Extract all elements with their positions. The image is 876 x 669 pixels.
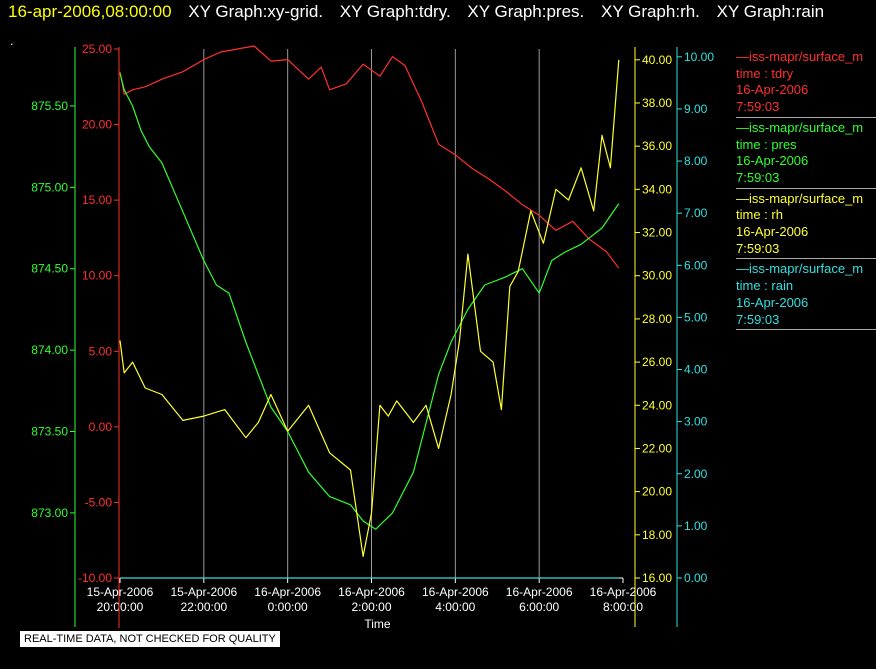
legend-date: 16-Apr-2006 — [736, 224, 809, 240]
rh-tick-label: 36.00 — [642, 139, 672, 153]
x-tick-date: 16-Apr-2006 — [338, 585, 405, 599]
legend-entry-pres[interactable]: —iss-mapr/surface_m time : pres 16-Apr-2… — [736, 120, 876, 189]
tdry-tick-label: 5.00 — [89, 344, 113, 358]
x-tick-time: 2:00:00 — [351, 600, 391, 614]
rain-tick-label: 3.00 — [684, 415, 708, 429]
legend-time: 7:59:03 — [736, 99, 780, 115]
pres-tick-label: 875.00 — [31, 180, 68, 194]
tdry-tick-label: -5.00 — [85, 495, 113, 509]
legend-field: time : tdry — [736, 65, 794, 81]
rh-tick-label: 32.00 — [642, 226, 672, 240]
legend-time: 7:59:03 — [736, 240, 780, 256]
rh-tick-label: 30.00 — [642, 269, 672, 283]
tdry-tick-label: 10.00 — [82, 269, 112, 283]
legend: —iss-mapr/surface_m time : tdry 16-Apr-2… — [736, 49, 876, 332]
rh-tick-label: 38.00 — [642, 96, 672, 110]
x-tick-time: 22:00:00 — [180, 600, 227, 614]
legend-field: time : rain — [736, 278, 794, 294]
legend-entry-rh[interactable]: —iss-mapr/surface_m time : rh 16-Apr-200… — [736, 191, 876, 260]
rain-tick-label: 7.00 — [684, 206, 708, 220]
x-tick-date: 16-Apr-2006 — [506, 585, 573, 599]
tdry-tick-label: 15.00 — [82, 193, 112, 207]
rain-tick-label: 8.00 — [684, 154, 708, 168]
legend-time: 7:59:03 — [736, 311, 780, 327]
pres-tick-label: 874.50 — [31, 262, 68, 276]
rh-tick-label: 20.00 — [642, 485, 672, 499]
rain-tick-label: 6.00 — [684, 258, 708, 272]
legend-source: —iss-mapr/surface_m — [736, 49, 864, 64]
series-line-rh — [119, 59, 620, 558]
x-tick-date: 15-Apr-2006 — [170, 585, 237, 599]
x-tick-time: 0:00:00 — [268, 600, 308, 614]
series-line-tdry — [119, 45, 620, 269]
rh-tick-label: 40.00 — [642, 53, 672, 67]
rain-tick-label: 9.00 — [684, 102, 708, 116]
rh-tick-label: 28.00 — [642, 312, 672, 326]
rh-tick-label: 26.00 — [642, 355, 672, 369]
pres-tick-label: 874.00 — [31, 343, 68, 357]
legend-date: 16-Apr-2006 — [736, 294, 809, 310]
tdry-tick-label: 25.00 — [82, 42, 112, 56]
legend-source: —iss-mapr/surface_m — [736, 119, 864, 135]
x-tick-date: 16-Apr-2006 — [254, 585, 321, 599]
x-tick-date: 15-Apr-2006 — [87, 585, 154, 599]
legend-entry-tdry[interactable]: —iss-mapr/surface_m time : tdry 16-Apr-2… — [736, 49, 876, 118]
x-tick-date: 16-Apr-2006 — [422, 585, 489, 599]
tdry-tick-label: 0.00 — [89, 420, 113, 434]
rain-tick-label: 2.00 — [684, 467, 708, 481]
legend-date: 16-Apr-2006 — [736, 82, 809, 98]
pres-tick-label: 875.50 — [31, 99, 68, 113]
tdry-tick-label: 20.00 — [82, 118, 112, 132]
rain-tick-label: 10.00 — [684, 50, 714, 64]
legend-field: time : pres — [736, 136, 797, 152]
legend-time: 7:59:03 — [736, 169, 780, 185]
legend-entry-rain[interactable]: —iss-mapr/surface_m time : rain 16-Apr-2… — [736, 261, 876, 331]
legend-source: —iss-mapr/surface_m — [736, 261, 864, 277]
x-axis-label: Time — [364, 617, 391, 631]
x-tick-time: 4:00:00 — [435, 600, 475, 614]
rain-tick-label: 0.00 — [684, 571, 708, 585]
rh-tick-label: 18.00 — [642, 528, 672, 542]
rh-tick-label: 24.00 — [642, 398, 672, 412]
x-tick-time: 20:00:00 — [97, 600, 144, 614]
rain-tick-label: 1.00 — [684, 519, 708, 533]
pres-tick-label: 873.00 — [31, 506, 68, 520]
rh-tick-label: 34.00 — [642, 182, 672, 196]
quality-disclaimer: REAL-TIME DATA, NOT CHECKED FOR QUALITY — [20, 631, 280, 647]
rain-tick-label: 4.00 — [684, 363, 708, 377]
rh-tick-label: 16.00 — [642, 571, 672, 585]
rain-tick-label: 5.00 — [684, 310, 708, 324]
legend-field: time : rh — [736, 207, 783, 223]
legend-source: —iss-mapr/surface_m — [736, 190, 864, 206]
rh-tick-label: 22.00 — [642, 441, 672, 455]
tdry-tick-label: -10.00 — [78, 571, 112, 585]
x-tick-time: 8:00:00 — [603, 600, 643, 614]
legend-date: 16-Apr-2006 — [736, 153, 809, 169]
x-tick-time: 6:00:00 — [519, 600, 559, 614]
pres-tick-label: 873.50 — [31, 425, 68, 439]
series-line-pres — [119, 73, 620, 530]
x-tick-date: 16-Apr-2006 — [590, 585, 657, 599]
